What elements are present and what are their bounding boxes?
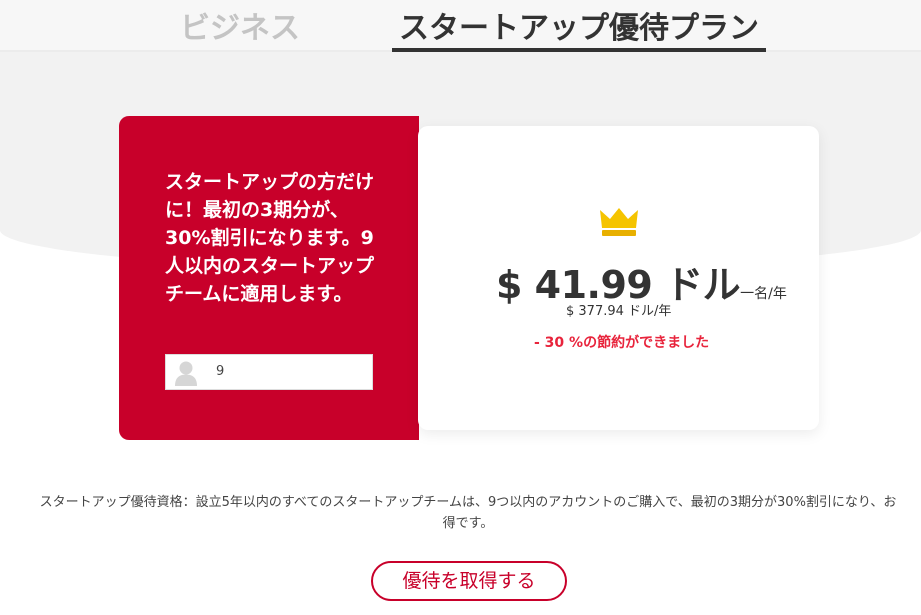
get-offer-button[interactable]: 優待を取得する xyxy=(371,561,567,601)
plan-tabs: ビジネス スタートアップ優待プラン xyxy=(0,0,921,52)
seat-count-input[interactable]: 9 xyxy=(165,354,373,390)
user-icon xyxy=(174,360,198,386)
saving-label: - 30 %の節約ができました xyxy=(534,335,710,351)
startup-promo-panel: スタートアップの方だけに！最初の3期分が、30%割引になります。9人以内のスター… xyxy=(119,116,419,440)
tab-startup-plan[interactable]: スタートアップ優待プラン xyxy=(392,6,766,52)
seat-count-value: 9 xyxy=(216,364,225,379)
eligibility-note: スタートアップ優待資格：設立5年以内のすべてのスタートアップチームは、9つ以内の… xyxy=(39,495,897,531)
price-card: $ 41.99 ドル一名/年 $ 377.94 ドル/年 - 30 %の節約がで… xyxy=(418,126,819,430)
annual-price: $ 377.94 ドル/年 xyxy=(566,304,672,319)
promo-description: スタートアップの方だけに！最初の3期分が、30%割引になります。9人以内のスター… xyxy=(165,171,375,305)
tab-business[interactable]: ビジネス xyxy=(180,6,300,52)
crown-icon xyxy=(598,206,640,237)
price-unit: 一名/年 xyxy=(740,286,787,302)
